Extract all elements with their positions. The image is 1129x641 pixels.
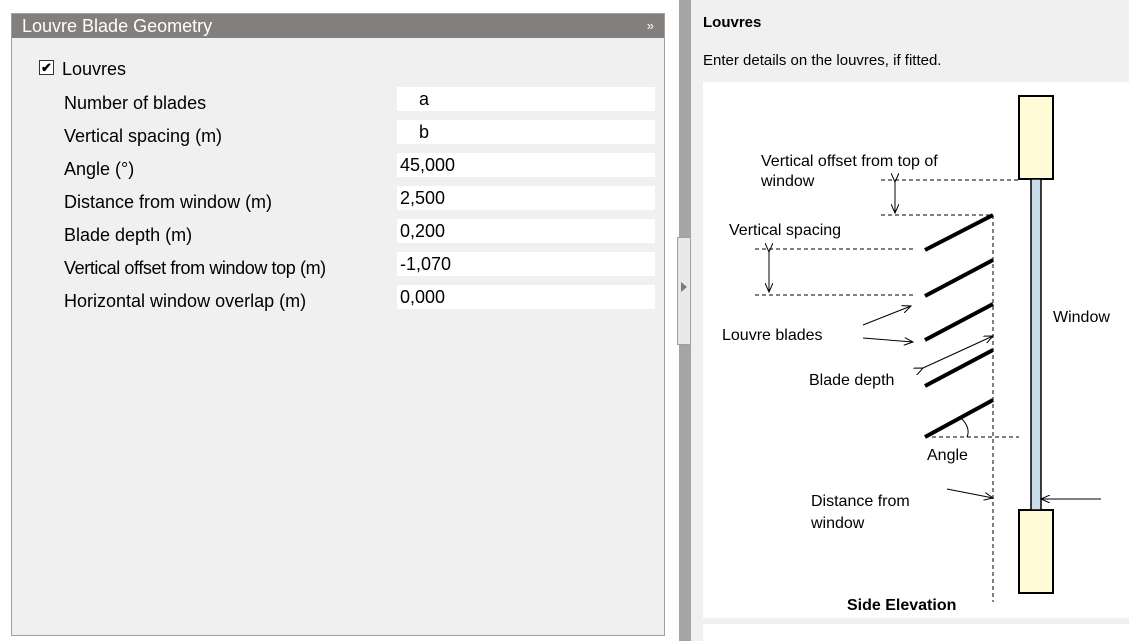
angle-diagram-label: Angle [927, 447, 968, 464]
expand-arrow-icon [681, 282, 687, 292]
angle-arc [960, 417, 969, 438]
offset-label-line2: window [760, 173, 815, 190]
window-frame-bottom [1018, 509, 1054, 594]
window-diagram-label: Window [1053, 309, 1110, 326]
horizontal-window-overlap-label: Horizontal window overlap (m) [64, 291, 307, 311]
angle-input[interactable]: 45,000 [397, 153, 655, 177]
vertical-offset-label: Vertical offset from window top (m) [64, 258, 326, 278]
louvre-blade-1 [924, 213, 994, 252]
blade-depth-input[interactable]: 0,200 [397, 219, 655, 243]
section-title: Louvre Blade Geometry [22, 16, 213, 36]
louvre-blades-pointer-1 [862, 306, 911, 326]
distance-from-window-input[interactable]: 2,500 [397, 186, 655, 210]
window-frame-top [1018, 95, 1054, 180]
distance-diagram-label-line2: window [810, 515, 865, 532]
louvre-blade-2 [924, 258, 994, 298]
louvre-blade-5 [924, 398, 994, 439]
distance-from-window-label: Distance from window (m) [64, 192, 273, 212]
louvres-checkbox-label[interactable]: Louvres [62, 58, 126, 80]
help-panel: Louvres Enter details on the louvres, if… [691, 0, 1129, 641]
louvre-blade-4 [924, 348, 994, 388]
number-of-blades-label: Number of blades [64, 93, 207, 113]
help-subtitle: Enter details on the louvres, if fitted. [703, 52, 942, 69]
distance-diagram-label-line1: Distance from [811, 493, 910, 510]
louvre-diagram: Vertical offset from top of window Verti… [703, 82, 1129, 618]
vertical-spacing-label: Vertical spacing (m) [64, 126, 223, 146]
offset-label-line1: Vertical offset from top of [761, 153, 938, 170]
vertical-spacing-diagram-label: Vertical spacing [729, 222, 841, 239]
help-title: Louvres [703, 14, 762, 31]
blade-depth-diagram-label: Blade depth [809, 372, 894, 389]
collapse-chevron-icon[interactable]: » [647, 14, 654, 38]
section-header[interactable]: Louvre Blade Geometry » [12, 14, 664, 38]
side-elevation-caption: Side Elevation [847, 597, 956, 614]
angle-label: Angle (°) [64, 159, 135, 179]
blade-depth-label: Blade depth (m) [64, 225, 193, 245]
louvre-blade-3 [924, 302, 994, 342]
window-glass [1030, 178, 1042, 511]
louvres-checkbox[interactable]: ✔ [39, 60, 54, 75]
horizontal-window-overlap-input[interactable]: 0,000 [397, 285, 655, 309]
louvre-side-elevation-diagram: Vertical offset from top of window Verti… [722, 95, 1110, 614]
vertical-offset-input[interactable]: -1,070 [397, 252, 655, 276]
blade-depth-dimension-arrow [923, 336, 993, 368]
number-of-blades-input[interactable]: a [397, 87, 655, 111]
properties-panel: Louvre Blade Geometry » ✔ Louvres Number… [11, 13, 665, 636]
vertical-spacing-input[interactable]: b [397, 120, 655, 144]
diagram-bottom-strip [703, 624, 1129, 641]
louvre-blades-pointer-2 [862, 338, 913, 342]
louvre-blades-diagram-label: Louvre blades [722, 327, 823, 344]
splitter-toggle-button[interactable] [677, 237, 691, 345]
distance-pointer-arrow [946, 488, 993, 498]
